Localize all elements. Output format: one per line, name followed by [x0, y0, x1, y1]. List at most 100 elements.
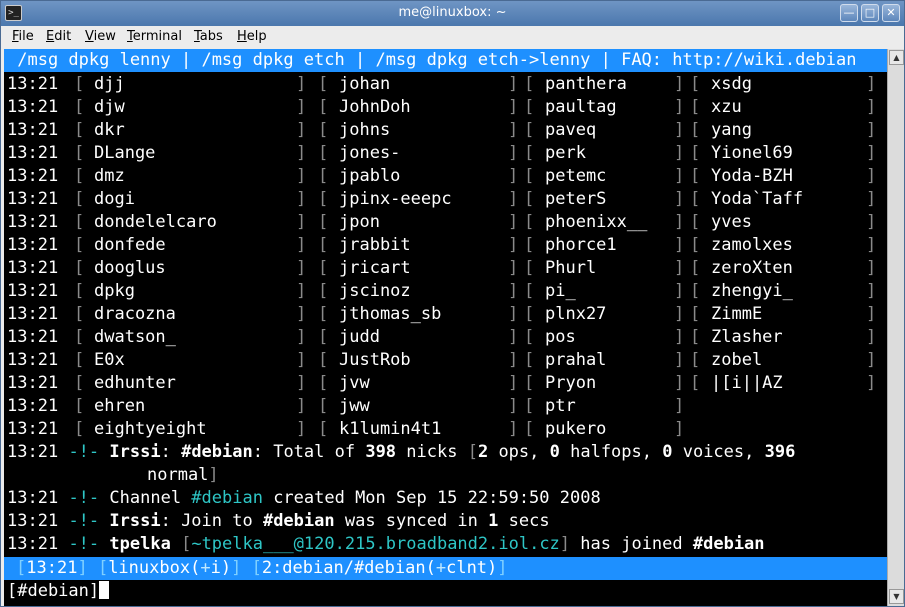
nick-entry: jww	[339, 396, 370, 416]
bracket: [	[690, 327, 701, 347]
bracket: ]	[866, 143, 877, 163]
nick-entry: edhunter	[94, 373, 176, 393]
bracket: ]	[674, 327, 685, 347]
nick-entry: Yionel69	[711, 143, 793, 163]
scroll-down-arrow-icon[interactable]: ▼	[889, 589, 904, 604]
nick-entry: Yoda-BZH	[711, 166, 793, 186]
bracket: ]	[508, 258, 519, 278]
bracket: ]	[296, 212, 307, 232]
minimize-button[interactable]: —	[840, 4, 858, 22]
bracket: [	[74, 327, 85, 347]
bracket: ]	[866, 373, 877, 393]
bracket: [	[74, 166, 85, 186]
bracket: [	[74, 419, 85, 439]
timestamp: 13:21	[7, 396, 59, 416]
nick-entry: ZimmE	[711, 304, 763, 324]
menu-tabs[interactable]: Tabs	[194, 29, 223, 44]
bracket: ]	[674, 281, 685, 301]
bracket: [	[318, 304, 329, 324]
bracket: ]	[296, 189, 307, 209]
bracket: [	[524, 281, 535, 301]
nick-entry: zamolxes	[711, 235, 793, 255]
bracket: ]	[674, 189, 685, 209]
bracket: [	[690, 235, 701, 255]
bracket: ]	[508, 281, 519, 301]
bracket: [	[74, 212, 85, 232]
bracket: [	[318, 419, 329, 439]
bracket: [	[74, 189, 85, 209]
nick-entry: Pryon	[545, 373, 597, 393]
menu-file[interactable]: File	[12, 29, 34, 44]
bracket: [	[318, 258, 329, 278]
bracket: ]	[866, 327, 877, 347]
bracket: ]	[508, 166, 519, 186]
bracket: ]	[674, 166, 685, 186]
bracket: [	[524, 419, 535, 439]
bracket: [	[318, 97, 329, 117]
timestamp: 13:21	[7, 419, 59, 439]
scroll-up-arrow-icon[interactable]: ▲	[889, 50, 904, 65]
nick-entry: Yoda`Taff	[711, 189, 804, 209]
bracket: ]	[866, 166, 877, 186]
nick-entry: JustRob	[339, 350, 411, 370]
timestamp: 13:21	[7, 97, 59, 117]
timestamp: 13:21	[7, 281, 59, 301]
nick-entry: djw	[94, 97, 125, 117]
bracket: [	[74, 74, 85, 94]
nick-entry: jpinx-eeepc	[339, 189, 452, 209]
terminal-screen[interactable]: /msg dpkg lenny | /msg dpkg etch | /msg …	[4, 49, 887, 606]
bracket: ]	[866, 189, 877, 209]
input-line[interactable]: [#debian]	[7, 580, 110, 603]
bracket: ]	[866, 258, 877, 278]
nick-entry: donfede	[94, 235, 166, 255]
bracket: [	[524, 304, 535, 324]
bracket: ]	[674, 212, 685, 232]
bracket: [	[524, 120, 535, 140]
bracket: ]	[866, 120, 877, 140]
title-bar[interactable]: >_ me@linuxbox: ~ — □ ✕	[1, 1, 904, 26]
maximize-button[interactable]: □	[861, 4, 879, 22]
nick-entry: perk	[545, 143, 586, 163]
bracket: ]	[296, 143, 307, 163]
names-row: 13:21[eightyeight][k1lumin4t1][pukero]	[7, 418, 887, 441]
menu-terminal[interactable]: Terminal	[127, 29, 182, 44]
bracket: ]	[296, 396, 307, 416]
bracket: ]	[296, 74, 307, 94]
nick-entry: paveq	[545, 120, 597, 140]
menu-edit[interactable]: Edit	[46, 29, 71, 44]
bracket: ]	[674, 419, 685, 439]
message-total-nicks-cont: normal]	[147, 465, 219, 485]
bracket: ]	[674, 304, 685, 324]
nick-entry: dmz	[94, 166, 125, 186]
bracket: ]	[674, 143, 685, 163]
menu-help[interactable]: Help	[237, 29, 267, 44]
bracket: ]	[508, 419, 519, 439]
close-button[interactable]: ✕	[882, 4, 900, 22]
bracket: ]	[508, 350, 519, 370]
bracket: ]	[296, 235, 307, 255]
bracket: [	[524, 327, 535, 347]
nick-entry: ptr	[545, 396, 576, 416]
vertical-scrollbar[interactable]: ▲ ▼	[887, 49, 904, 606]
bracket: [	[524, 212, 535, 232]
bracket: ]	[508, 373, 519, 393]
bracket: [	[74, 350, 85, 370]
names-row: 13:21[dogi][jpinx-eeepc][peterS][Yoda`Ta…	[7, 188, 887, 211]
nick-entry: jthomas_sb	[339, 304, 442, 324]
bracket: [	[74, 373, 85, 393]
names-row: 13:21[dracozna][jthomas_sb][plnx27][Zimm…	[7, 303, 887, 326]
timestamp: 13:21	[7, 373, 59, 393]
bracket: ]	[296, 120, 307, 140]
nick-entry: phoenixx__	[545, 212, 648, 232]
bracket: [	[690, 212, 701, 232]
bracket: [	[318, 235, 329, 255]
bracket: [	[524, 143, 535, 163]
names-row: 13:21[edhunter][jvw][Pryon][|[i||AZ]	[7, 372, 887, 395]
nick-entry: dkr	[94, 120, 125, 140]
bracket: [	[318, 166, 329, 186]
bracket: ]	[866, 281, 877, 301]
bracket: [	[524, 189, 535, 209]
bracket: ]	[674, 373, 685, 393]
bracket: [	[318, 120, 329, 140]
menu-view[interactable]: View	[85, 29, 116, 44]
